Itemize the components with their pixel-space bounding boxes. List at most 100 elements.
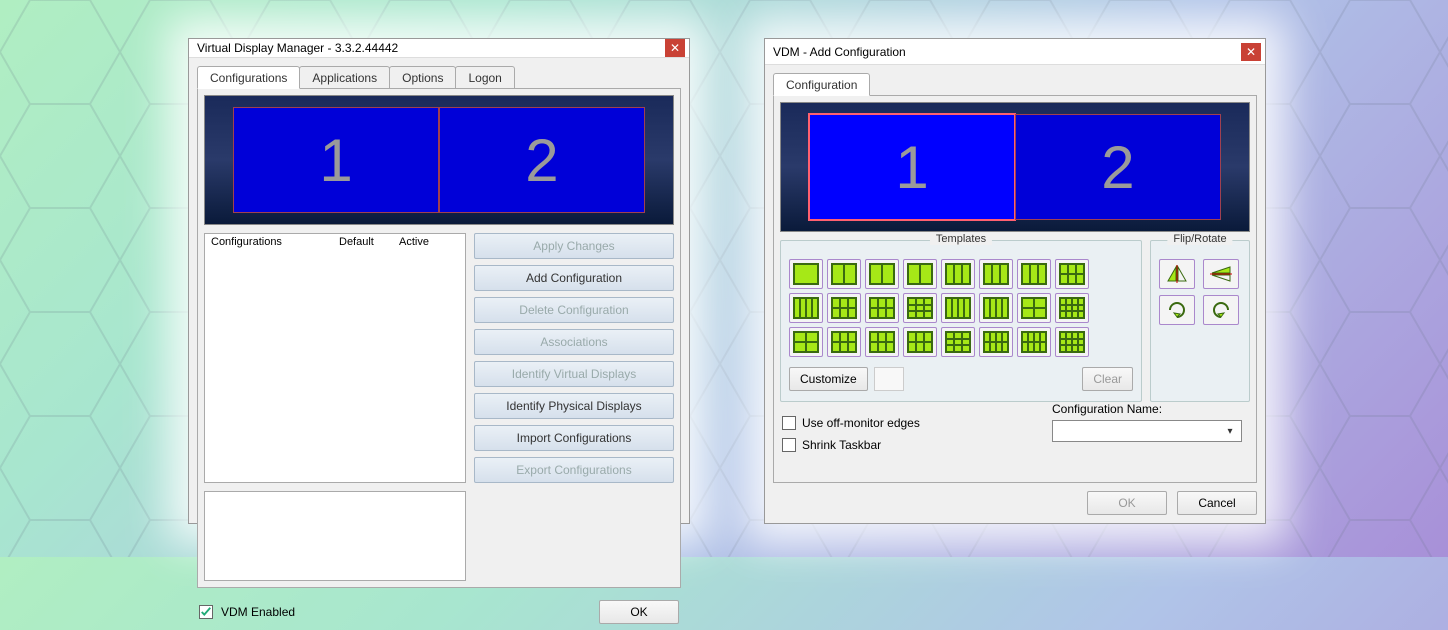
rotate-cw-icon[interactable] [1159, 295, 1195, 325]
template-button-10[interactable] [827, 293, 861, 323]
tab-configurations[interactable]: Configurations [197, 66, 300, 89]
template-icon [907, 331, 933, 353]
flip-horizontal-icon[interactable] [1159, 259, 1195, 289]
template-button-3[interactable] [865, 259, 899, 289]
tab-applications[interactable]: Applications [299, 66, 390, 88]
ok-button[interactable]: OK [1087, 491, 1167, 515]
customize-button[interactable]: Customize [789, 367, 868, 391]
shrink-taskbar-label: Shrink Taskbar [802, 438, 881, 452]
display-preview: 1 2 [780, 102, 1250, 232]
template-icon [945, 263, 971, 285]
template-button-7[interactable] [1017, 259, 1051, 289]
template-button-11[interactable] [865, 293, 899, 323]
template-button-13[interactable] [941, 293, 975, 323]
template-button-20[interactable] [903, 327, 937, 357]
virtual-display-1[interactable]: 1 [233, 107, 439, 213]
template-button-15[interactable] [1017, 293, 1051, 323]
configurations-list[interactable]: Configurations Default Active [204, 233, 466, 483]
template-icon [869, 331, 895, 353]
window-title: VDM - Add Configuration [773, 45, 1241, 59]
add-configuration-button[interactable]: Add Configuration [474, 265, 674, 291]
close-icon[interactable]: ✕ [665, 39, 685, 57]
cancel-button[interactable]: Cancel [1177, 491, 1257, 515]
template-button-21[interactable] [941, 327, 975, 357]
export-configurations-button[interactable]: Export Configurations [474, 457, 674, 483]
tab-content: 1 2 Templates Customize Clear Flip/Rotat… [773, 95, 1257, 483]
window-title: Virtual Display Manager - 3.3.2.44442 [197, 41, 665, 55]
template-icon [945, 297, 971, 319]
template-icon [983, 263, 1009, 285]
tab-logon[interactable]: Logon [455, 66, 514, 88]
button-column: Apply Changes Add Configuration Delete C… [474, 233, 674, 483]
use-off-monitor-label: Use off-monitor edges [802, 416, 920, 430]
template-button-18[interactable] [827, 327, 861, 357]
shrink-taskbar-checkbox[interactable] [782, 438, 796, 452]
template-button-9[interactable] [789, 293, 823, 323]
template-button-8[interactable] [1055, 259, 1089, 289]
template-button-6[interactable] [979, 259, 1013, 289]
template-icon [1059, 331, 1085, 353]
footer: VDM Enabled OK [189, 596, 689, 630]
template-icon [1021, 331, 1047, 353]
config-name-label: Configuration Name: [1052, 402, 1242, 416]
template-icon [983, 331, 1009, 353]
tab-options[interactable]: Options [389, 66, 456, 88]
virtual-display-2[interactable]: 2 [1015, 114, 1221, 220]
apply-changes-button[interactable]: Apply Changes [474, 233, 674, 259]
template-icon [793, 297, 819, 319]
titlebar[interactable]: Virtual Display Manager - 3.3.2.44442 ✕ [189, 39, 689, 58]
template-button-2[interactable] [827, 259, 861, 289]
config-name-area: Configuration Name: ▾ [1052, 402, 1242, 442]
template-icon [983, 297, 1009, 319]
identify-virtual-button[interactable]: Identify Virtual Displays [474, 361, 674, 387]
tab-configuration[interactable]: Configuration [773, 73, 870, 96]
identify-physical-button[interactable]: Identify Physical Displays [474, 393, 674, 419]
template-icon [1059, 263, 1085, 285]
template-button-4[interactable] [903, 259, 937, 289]
template-button-1[interactable] [789, 259, 823, 289]
template-button-17[interactable] [789, 327, 823, 357]
chevron-down-icon[interactable]: ▾ [1221, 422, 1239, 440]
template-icon [945, 331, 971, 353]
template-button-14[interactable] [979, 293, 1013, 323]
display-preview: 1 2 [204, 95, 674, 225]
use-off-monitor-checkbox[interactable] [782, 416, 796, 430]
template-icon [831, 263, 857, 285]
template-button-24[interactable] [1055, 327, 1089, 357]
close-icon[interactable]: ✕ [1241, 43, 1261, 61]
config-name-combo[interactable]: ▾ [1052, 420, 1242, 442]
virtual-display-2[interactable]: 2 [439, 107, 645, 213]
virtual-display-1[interactable]: 1 [809, 114, 1015, 220]
template-icon [1021, 297, 1047, 319]
rotate-ccw-icon[interactable] [1203, 295, 1239, 325]
template-button-12[interactable] [903, 293, 937, 323]
templates-label: Templates [930, 233, 992, 245]
templates-group: Templates Customize Clear [780, 240, 1142, 402]
template-button-22[interactable] [979, 327, 1013, 357]
template-button-19[interactable] [865, 327, 899, 357]
col-active: Active [399, 236, 459, 248]
delete-configuration-button[interactable]: Delete Configuration [474, 297, 674, 323]
clear-button[interactable]: Clear [1082, 367, 1133, 391]
ok-button[interactable]: OK [599, 600, 679, 624]
col-configurations: Configurations [211, 236, 339, 248]
templates-grid [789, 259, 1133, 357]
template-icon [793, 331, 819, 353]
import-configurations-button[interactable]: Import Configurations [474, 425, 674, 451]
associations-button[interactable]: Associations [474, 329, 674, 355]
log-box[interactable] [204, 491, 466, 581]
template-button-16[interactable] [1055, 293, 1089, 323]
vdm-enabled-checkbox[interactable] [199, 605, 213, 619]
template-icon [869, 263, 895, 285]
vdm-enabled-label: VDM Enabled [221, 605, 295, 619]
flip-rotate-label: Flip/Rotate [1167, 233, 1232, 245]
titlebar[interactable]: VDM - Add Configuration ✕ [765, 39, 1265, 65]
tab-row: Configurations Applications Options Logo… [197, 66, 681, 88]
template-button-5[interactable] [941, 259, 975, 289]
template-button-23[interactable] [1017, 327, 1051, 357]
flip-rotate-group: Flip/Rotate [1150, 240, 1250, 402]
flip-vertical-icon[interactable] [1203, 259, 1239, 289]
template-icon [907, 263, 933, 285]
col-default: Default [339, 236, 399, 248]
vdm-main-window: Virtual Display Manager - 3.3.2.44442 ✕ … [188, 38, 690, 524]
